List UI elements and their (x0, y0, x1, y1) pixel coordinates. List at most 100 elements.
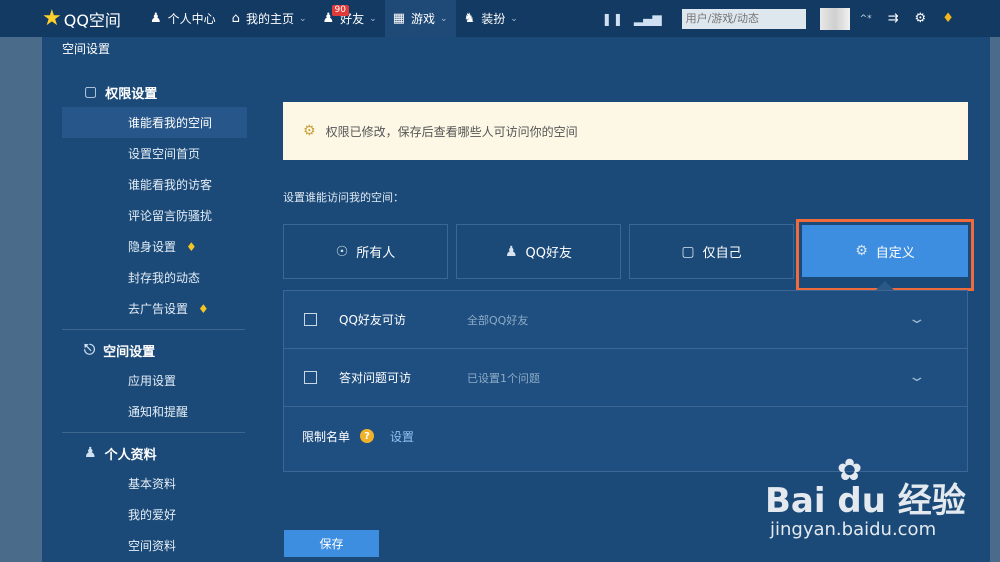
access-label: 设置谁能访问我的空间： (283, 191, 404, 204)
home-icon: ⌂ (231, 11, 240, 26)
sidebar-item-space-info[interactable]: 空间资料 (62, 530, 245, 561)
watermark-url: jingyan.baidu.com (770, 519, 937, 540)
search-box[interactable] (681, 8, 806, 29)
sidebar-item-label: 评论留言防骚扰 (128, 209, 213, 223)
nav-games[interactable]: ▦ 游戏 ⌄ (384, 0, 456, 37)
chevron-down-icon: ⌄ (440, 13, 448, 24)
sidebar-item-app-settings[interactable]: 应用设置 (62, 365, 245, 396)
space-settings-icon: ⎋ (84, 342, 96, 358)
chevron-down-icon: ⌄ (369, 13, 377, 24)
expand-caret[interactable]: ^* (860, 14, 872, 24)
chevron-down-icon[interactable]: ⌄ (908, 311, 927, 327)
gear-icon[interactable]: ⚙ (915, 11, 927, 26)
help-icon[interactable]: ? (360, 429, 375, 443)
section-title: 空间设置 (103, 344, 156, 360)
globe-icon: ☉ (335, 243, 349, 260)
sidebar-item-homepage[interactable]: 设置空间首页 (62, 138, 245, 169)
nav-label: 装扮 (481, 12, 506, 26)
pause-icon: ❚❚ (601, 11, 624, 26)
star-logo-icon: ★ (42, 5, 62, 31)
top-right-tools: ^* ⇉ ⚙ ♦ (854, 11, 954, 26)
list-item[interactable]: QQ好友可访 全部QQ好友 ⌄ (284, 291, 967, 349)
lock-icon: ▢ (84, 84, 98, 100)
chevron-down-icon[interactable]: ⌄ (908, 369, 927, 385)
checkbox[interactable] (304, 371, 317, 384)
logo-text: QQ空间 (63, 10, 121, 30)
list-item[interactable]: 答对问题可访 已设置1个问题 ⌄ (284, 349, 967, 407)
section-title: 个人资料 (104, 447, 157, 463)
sidebar-item-label: 去广告设置 (128, 302, 189, 316)
sidebar-section-permissions: ▢ 权限设置 (42, 77, 247, 107)
sidebar-item-basic-info[interactable]: 基本资料 (62, 468, 245, 499)
vip-diamond-icon: ♦ (186, 239, 197, 254)
sidebar-item-hobbies[interactable]: 我的爱好 (62, 499, 245, 530)
sidebar-item-label: 谁能看我的访客 (128, 178, 213, 192)
sidebar-item-label: 空间资料 (128, 539, 177, 553)
limit-label: 限制名单 (302, 429, 351, 444)
checkbox[interactable] (304, 313, 317, 326)
bars-toggle[interactable]: ❚❚ ▂▄▆ (602, 12, 662, 26)
qzone-logo[interactable]: ★ QQ空间 (42, 7, 142, 31)
lock-icon: ▢ (681, 243, 695, 260)
sidebar-item-who-can-see-space[interactable]: 谁能看我的空间 (62, 107, 247, 138)
nav-label: 游戏 (411, 12, 436, 26)
sidebar-divider (62, 432, 245, 433)
sidebar-divider (62, 329, 245, 330)
nav-dressup[interactable]: ♞ 装扮 ⌄ (456, 0, 526, 37)
vip-diamond-icon: ♦ (198, 301, 209, 316)
top-navigation-bar: ★ QQ空间 ♟ 个人中心 ⌂ 我的主页 ⌄ ♟ 90 好友 ⌄ ▦ 游戏 ⌄ … (0, 0, 1000, 37)
option-qq-friends[interactable]: ♟ QQ好友 (456, 224, 621, 279)
grid-icon: ▦ (392, 11, 406, 26)
sidebar-item-visitors[interactable]: 谁能看我的访客 (62, 169, 245, 200)
save-button[interactable]: 保存 (284, 530, 379, 557)
user-icon: ♟ (150, 11, 162, 26)
avatar[interactable] (819, 7, 850, 30)
option-label: QQ好友 (525, 246, 573, 261)
search-input[interactable] (685, 12, 806, 25)
limit-settings-link[interactable]: 设置 (390, 428, 414, 445)
row-label: 答对问题可访 (339, 371, 412, 385)
shirt-icon: ♞ (463, 11, 476, 26)
row-label: QQ好友可访 (339, 313, 406, 327)
sidebar-item-invisible[interactable]: 隐身设置 ♦ (62, 231, 245, 262)
sidebar-item-label: 谁能看我的空间 (128, 116, 213, 130)
chevron-down-icon: ⌄ (298, 13, 307, 24)
sidebar-item-label: 应用设置 (128, 374, 177, 388)
sidebar-item-notifications[interactable]: 通知和提醒 (62, 396, 245, 427)
sidebar-item-label: 隐身设置 (128, 240, 177, 254)
friends-badge: 90 (331, 5, 349, 16)
sidebar: ▢ 权限设置 谁能看我的空间 设置空间首页 谁能看我的访客 评论留言防骚扰 隐身… (42, 77, 247, 561)
nav-personal-center[interactable]: ♟ 个人中心 (142, 0, 224, 37)
sidebar-item-label: 设置空间首页 (128, 147, 201, 161)
diamond-icon[interactable]: ♦ (942, 11, 954, 26)
page-title: 空间设置 (62, 42, 111, 56)
notice-text: 权限已修改，保存后查看哪些人可访问你的空间 (325, 124, 578, 139)
nav-friends[interactable]: ♟ 90 好友 ⌄ (315, 0, 385, 37)
nav-my-homepage[interactable]: ⌂ 我的主页 ⌄ (224, 0, 315, 37)
signal-bars-icon: ▂▄▆ (633, 11, 662, 26)
option-label: 所有人 (356, 246, 396, 261)
nav-label: 我的主页 (245, 12, 294, 26)
sidebar-item-archive-feeds[interactable]: 封存我的动态 (62, 262, 245, 293)
logout-icon[interactable]: ⇉ (888, 11, 899, 26)
option-label: 仅自己 (702, 246, 742, 261)
profile-icon: ♟ (84, 445, 97, 461)
chevron-down-icon: ⌄ (510, 13, 518, 24)
sidebar-item-label: 通知和提醒 (128, 405, 189, 419)
sidebar-item-label: 基本资料 (128, 477, 177, 491)
limit-list-row: 限制名单 ? 设置 (284, 407, 967, 465)
sidebar-item-anti-harassment[interactable]: 评论留言防骚扰 (62, 200, 245, 231)
sidebar-section-space: ⎋ 空间设置 (42, 335, 247, 365)
custom-rules-list: QQ好友可访 全部QQ好友 ⌄ 答对问题可访 已设置1个问题 ⌄ 限制名单 ? … (283, 290, 968, 472)
sidebar-section-profile: ♟ 个人资料 (42, 438, 247, 468)
watermark-brand: Bai du 经验 (765, 481, 966, 521)
row-desc: 已设置1个问题 (467, 371, 540, 385)
friends-icon: ♟ (504, 243, 518, 260)
option-only-me[interactable]: ▢ 仅自己 (629, 224, 794, 279)
sidebar-item-label: 封存我的动态 (128, 271, 201, 285)
pointer-arrow (876, 281, 894, 290)
gear-notice-icon: ⚙ (303, 123, 316, 139)
notice-banner: ⚙ 权限已修改，保存后查看哪些人可访问你的空间 (283, 102, 968, 160)
option-everyone[interactable]: ☉ 所有人 (283, 224, 448, 279)
sidebar-item-remove-ads[interactable]: 去广告设置 ♦ (62, 293, 245, 324)
